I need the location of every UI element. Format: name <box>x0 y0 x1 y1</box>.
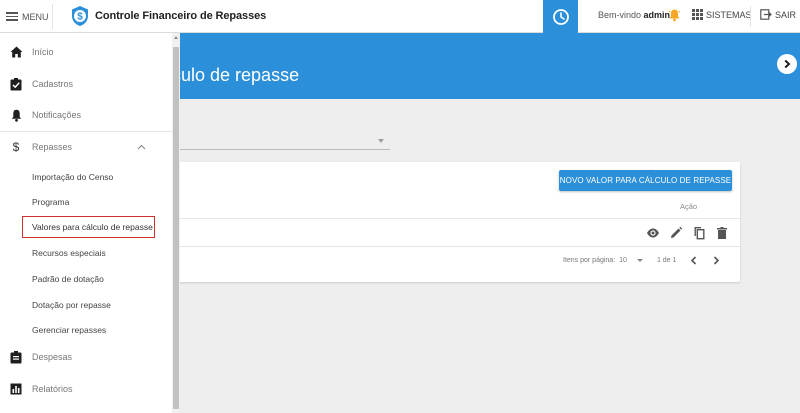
chevron-left-icon <box>691 256 697 265</box>
hamburger-icon <box>6 12 18 21</box>
chevron-right-icon <box>784 59 791 69</box>
top-bar: MENU $ Controle Financeiro de Repasses B… <box>0 0 800 33</box>
bell-icon[interactable] <box>668 8 681 22</box>
sidebar-subitem-recursos-especiais[interactable]: Recursos especiais <box>32 248 106 258</box>
menu-divider <box>52 4 53 29</box>
dollar-badge-logo-icon: $ <box>72 6 88 26</box>
delete-button[interactable] <box>715 226 729 240</box>
sidebar-item-repasses[interactable]: $ Repasses <box>0 131 172 163</box>
sidebar-subitem-gerenciar-repasses[interactable]: Gerenciar repasses <box>32 325 106 335</box>
eye-icon <box>647 228 659 238</box>
sidebar-subitem-importacao-censo[interactable]: Importação do Censo <box>32 172 113 182</box>
logout-button[interactable]: SAIR <box>760 9 796 20</box>
sidebar-item-despesas[interactable]: Despesas <box>0 341 172 373</box>
sidebar-item-relatorios[interactable]: Relatórios <box>0 373 172 405</box>
bell-icon <box>9 108 23 122</box>
sidebar-item-label: Despesas <box>32 352 73 362</box>
exit-icon <box>760 9 772 20</box>
sidebar-subitem-valores-calculo[interactable]: Valores para cálculo de repasse <box>22 216 155 238</box>
table-divider <box>176 246 740 247</box>
bar-chart-icon <box>9 382 23 396</box>
sidebar-item-label: Notificações <box>32 110 82 120</box>
systems-label: SISTEMAS <box>706 9 752 20</box>
page-navigation <box>690 256 720 265</box>
menu-label: MENU <box>22 11 49 22</box>
app-title: Controle Financeiro de Repasses <box>95 10 267 22</box>
sidebar-subitem-label: Valores para cálculo de repasse <box>32 222 153 232</box>
top-divider <box>750 6 751 27</box>
sidebar-subitem-dotacao-repasse[interactable]: Dotação por repasse <box>32 300 111 310</box>
values-card: NOVO VALOR PARA CÁLCULO DE REPASSE Ação <box>176 162 740 282</box>
welcome-text: Bem-vindo admin <box>598 10 670 20</box>
sidebar-scroll-thumb[interactable] <box>173 47 179 409</box>
caret-down-icon[interactable] <box>378 139 384 143</box>
view-button[interactable] <box>646 226 660 240</box>
apps-grid-icon <box>692 9 703 20</box>
items-per-page-label: Itens por página: <box>563 257 616 264</box>
username: admin <box>643 10 671 20</box>
menu-button[interactable]: MENU <box>6 8 49 25</box>
welcome-prefix: Bem-vindo <box>598 10 642 20</box>
column-header-action: Ação <box>680 202 698 211</box>
items-per-page-value: 10 <box>619 257 627 264</box>
chevron-up-icon <box>137 144 146 150</box>
previous-page-button[interactable] <box>690 256 698 265</box>
next-page-button[interactable] <box>712 256 720 265</box>
copy-icon <box>694 227 705 240</box>
next-arrow-button[interactable] <box>777 54 797 74</box>
chevron-right-icon <box>714 256 720 265</box>
clipboard-check-icon <box>9 77 23 91</box>
dollar-icon: $ <box>12 140 20 154</box>
sidebar-item-label: Relatórios <box>32 384 73 394</box>
page-title: culo de repasse <box>172 65 300 85</box>
table-row-actions <box>646 226 729 240</box>
caret-down-icon <box>636 259 643 262</box>
clipboard-icon <box>9 350 23 364</box>
sidebar-item-label: Cadastros <box>32 79 74 89</box>
sidebar-item-notificacoes[interactable]: Notificações <box>0 99 172 131</box>
pencil-icon <box>671 226 683 238</box>
sidebar-subitem-padrao-dotacao[interactable]: Padrão de dotação <box>32 274 104 284</box>
items-per-page-select[interactable]: 10 <box>619 257 643 264</box>
svg-text:$: $ <box>77 12 83 23</box>
scroll-up-arrow-icon[interactable] <box>174 36 178 39</box>
new-value-button[interactable]: NOVO VALOR PARA CÁLCULO DE REPASSE <box>559 170 732 191</box>
systems-button[interactable]: SISTEMAS <box>692 9 752 20</box>
sidebar-item-inicio[interactable]: Início <box>0 36 172 68</box>
filter-select[interactable] <box>180 149 390 150</box>
edit-button[interactable] <box>669 226 683 240</box>
sidebar-item-label: Repasses <box>32 142 73 152</box>
clock-icon <box>552 8 569 25</box>
clock-button[interactable] <box>543 0 578 33</box>
home-icon <box>9 45 23 59</box>
sidebar: Início Cadastros Notificações $ Repasses… <box>0 33 172 413</box>
table-divider <box>176 218 740 219</box>
logout-label: SAIR <box>775 9 797 20</box>
page-range: 1 de 1 <box>656 257 677 264</box>
sidebar-subitem-programa[interactable]: Programa <box>32 197 69 207</box>
sidebar-item-cadastros[interactable]: Cadastros <box>0 68 172 100</box>
trash-icon <box>717 227 727 239</box>
copy-button[interactable] <box>692 226 706 240</box>
pagination: Itens por página: 10 1 de 1 <box>563 256 720 265</box>
sidebar-item-label: Início <box>32 47 54 57</box>
